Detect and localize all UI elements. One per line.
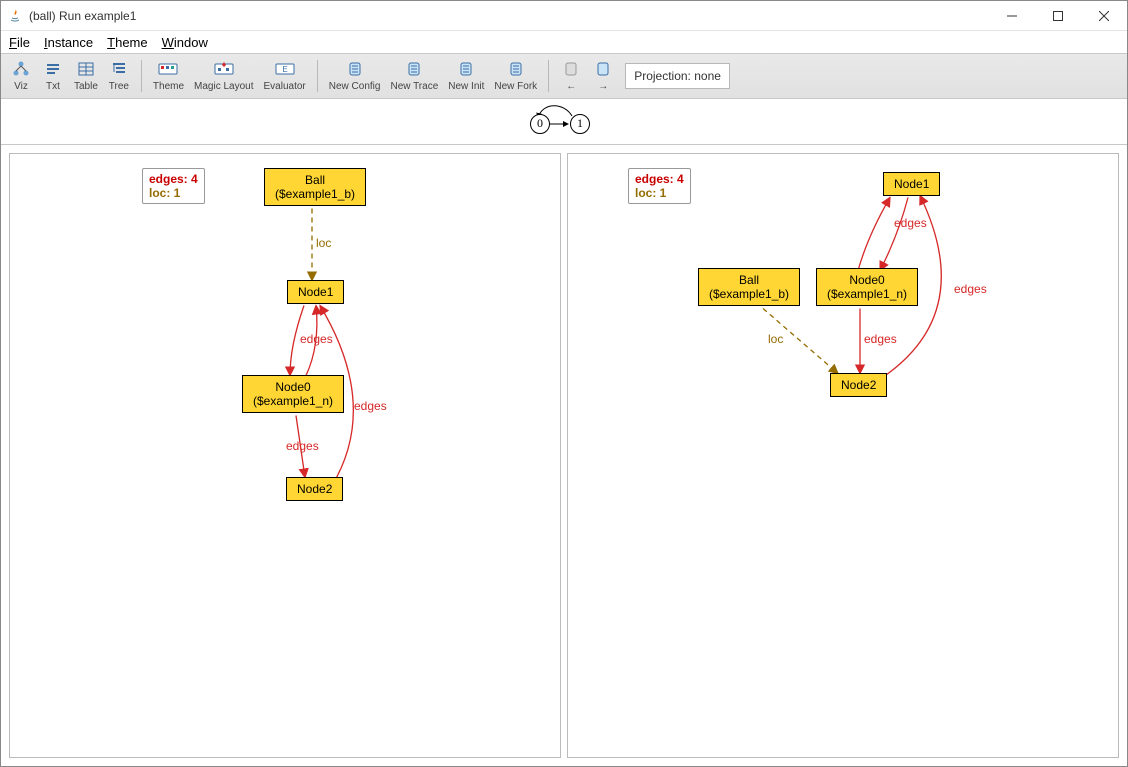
svg-text:E: E bbox=[282, 65, 287, 74]
maximize-button[interactable] bbox=[1035, 1, 1081, 30]
summary-box: edges: 4 loc: 1 bbox=[628, 168, 691, 204]
viz-pane-0[interactable]: edges: 4 loc: 1 Ball ($example1_b) Node1… bbox=[9, 153, 561, 758]
node-ball[interactable]: Ball ($example1_b) bbox=[264, 168, 366, 206]
node-ball[interactable]: Ball ($example1_b) bbox=[698, 268, 800, 306]
txt-button[interactable]: Txt bbox=[37, 56, 69, 96]
txt-icon bbox=[43, 60, 63, 78]
edge-label: edges bbox=[954, 282, 987, 296]
node-node0[interactable]: Node0 ($example1_n) bbox=[242, 375, 344, 413]
new-fork-button[interactable]: New Fork bbox=[489, 56, 542, 96]
magic-layout-icon bbox=[214, 60, 234, 78]
toolbar: Viz Txt Table Tree bbox=[1, 53, 1127, 99]
scroll-icon bbox=[593, 60, 613, 78]
new-init-button[interactable]: New Init bbox=[443, 56, 489, 96]
menu-window[interactable]: Window bbox=[158, 33, 212, 52]
menu-instance[interactable]: Instance bbox=[40, 33, 97, 52]
menu-file[interactable]: File bbox=[5, 33, 34, 52]
edge-label-loc: loc bbox=[316, 236, 331, 250]
projection-selector[interactable]: Projection: none bbox=[625, 63, 730, 89]
table-button[interactable]: Table bbox=[69, 56, 103, 96]
node-node0[interactable]: Node0 ($example1_n) bbox=[816, 268, 918, 306]
node-node2[interactable]: Node2 bbox=[286, 477, 343, 501]
scroll-disabled-icon bbox=[561, 60, 581, 78]
window-title: (ball) Run example1 bbox=[29, 9, 989, 23]
tree-button[interactable]: Tree bbox=[103, 56, 135, 96]
node-node1[interactable]: Node1 bbox=[287, 280, 344, 304]
state-0[interactable]: 0 bbox=[530, 114, 550, 134]
viz-button[interactable]: Viz bbox=[5, 56, 37, 96]
theme-button[interactable]: Theme bbox=[148, 56, 189, 96]
viz-pane-1[interactable]: edges: 4 loc: 1 Node1 Ball ($example1_b)… bbox=[567, 153, 1119, 758]
edge-label: edges bbox=[354, 399, 387, 413]
minimize-button[interactable] bbox=[989, 1, 1035, 30]
state-strip: 0 1 bbox=[1, 99, 1127, 145]
node-node1[interactable]: Node1 bbox=[883, 172, 940, 196]
scroll-icon bbox=[345, 60, 365, 78]
new-config-button[interactable]: New Config bbox=[324, 56, 386, 96]
tree-icon bbox=[109, 60, 129, 78]
evaluator-button[interactable]: E Evaluator bbox=[259, 56, 311, 96]
scroll-icon bbox=[456, 60, 476, 78]
edge-label-loc: loc bbox=[768, 332, 783, 346]
edge-label: edges bbox=[300, 332, 333, 346]
close-button[interactable] bbox=[1081, 1, 1127, 30]
title-bar: (ball) Run example1 bbox=[1, 1, 1127, 31]
next-button[interactable]: → bbox=[587, 56, 619, 96]
table-icon bbox=[76, 60, 96, 78]
prev-button[interactable]: ← bbox=[555, 56, 587, 96]
scroll-icon bbox=[404, 60, 424, 78]
new-trace-button[interactable]: New Trace bbox=[385, 56, 443, 96]
viz-icon bbox=[11, 60, 31, 78]
node-node2[interactable]: Node2 bbox=[830, 373, 887, 397]
state-1[interactable]: 1 bbox=[570, 114, 590, 134]
menu-theme[interactable]: Theme bbox=[103, 33, 151, 52]
theme-icon bbox=[158, 60, 178, 78]
magic-layout-button[interactable]: Magic Layout bbox=[189, 56, 258, 96]
menu-bar: File Instance Theme Window bbox=[1, 31, 1127, 53]
scroll-icon bbox=[506, 60, 526, 78]
edge-label: edges bbox=[864, 332, 897, 346]
edge-label: edges bbox=[894, 216, 927, 230]
evaluator-icon: E bbox=[275, 60, 295, 78]
summary-box: edges: 4 loc: 1 bbox=[142, 168, 205, 204]
java-icon bbox=[7, 8, 23, 24]
edge-label: edges bbox=[286, 439, 319, 453]
